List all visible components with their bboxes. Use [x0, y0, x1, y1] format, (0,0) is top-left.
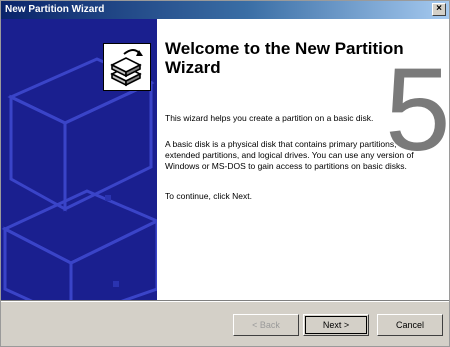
disk-left-face	[9, 94, 67, 212]
disk-stack-icon	[110, 49, 143, 87]
wizard-window: New Partition Wizard × Welcome to the Ne…	[0, 0, 450, 347]
next-button[interactable]: Next >	[303, 314, 369, 336]
disk2-right-face	[69, 219, 157, 300]
window-title: New Partition Wizard	[5, 4, 105, 15]
disk-right-face	[63, 80, 153, 212]
continue-instruction: To continue, click Next.	[165, 191, 252, 201]
side-banner	[1, 19, 157, 300]
close-button[interactable]: ×	[432, 3, 446, 16]
intro-text: This wizard helps you create a partition…	[165, 113, 374, 123]
wizard-icon	[103, 43, 151, 91]
disk-led	[105, 195, 111, 201]
wizard-content: Welcome to the New Partition Wizard 5 Th…	[1, 19, 449, 300]
back-button[interactable]: < Back	[233, 314, 299, 336]
title-bar[interactable]: New Partition Wizard ×	[1, 1, 449, 19]
basic-disk-description: A basic disk is a physical disk that con…	[165, 139, 414, 171]
disk2-left-face	[3, 226, 73, 300]
disk2-led	[113, 281, 119, 287]
close-icon: ×	[436, 3, 442, 14]
button-separator	[1, 300, 449, 302]
main-panel: Welcome to the New Partition Wizard 5 Th…	[157, 19, 449, 300]
cancel-button[interactable]: Cancel	[377, 314, 443, 336]
